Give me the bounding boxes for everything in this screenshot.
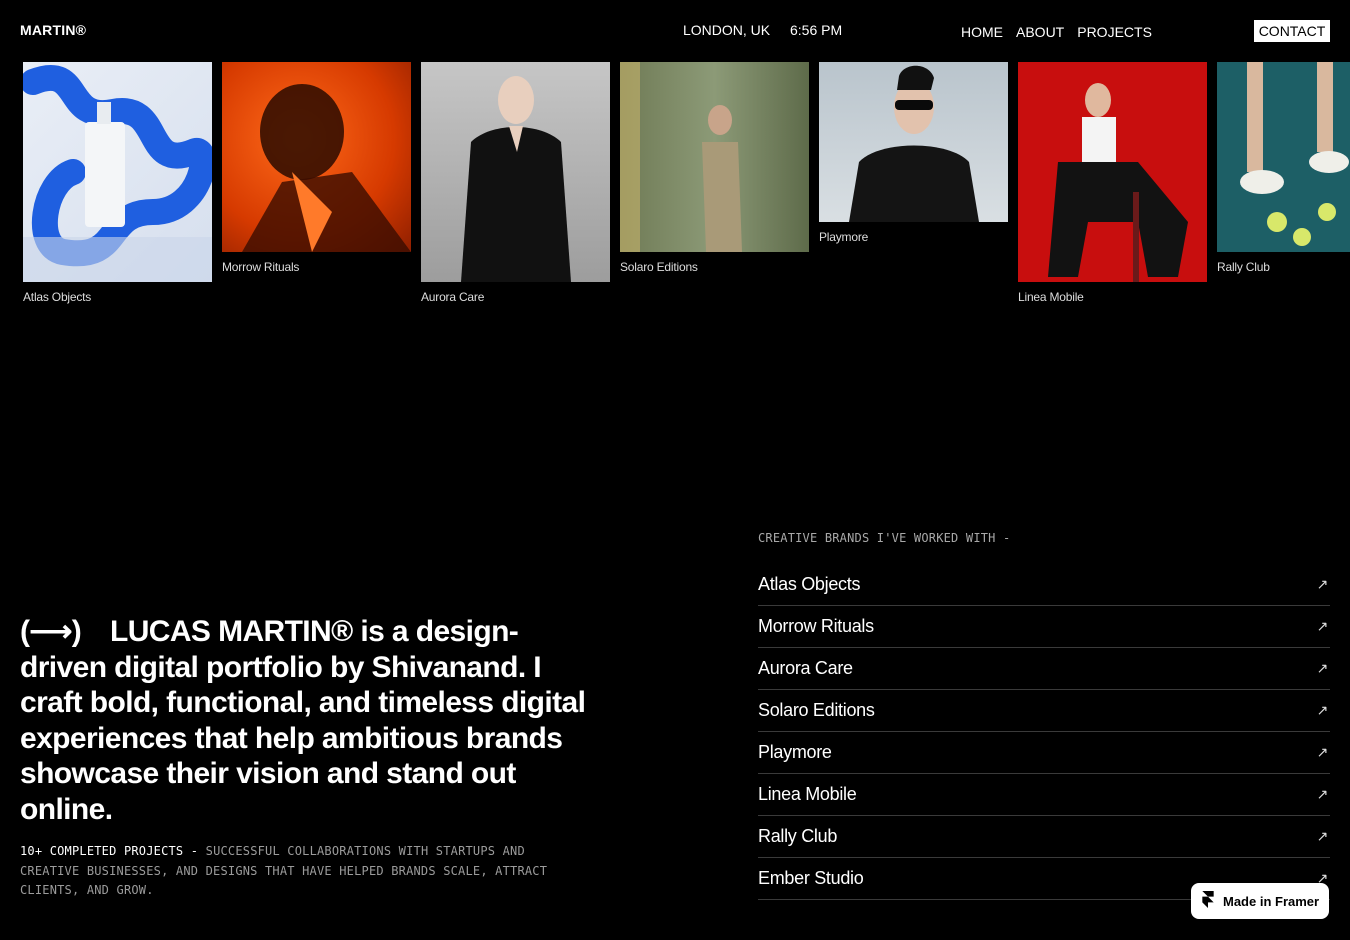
badge-label: Made in Framer xyxy=(1223,893,1320,909)
contact-button[interactable]: CONTACT xyxy=(1254,20,1330,42)
brand-name: Linea Mobile xyxy=(758,784,857,804)
project-card-playmore[interactable]: Playmore xyxy=(819,62,1008,244)
location-text: LONDON, UK xyxy=(683,22,771,38)
brands-list: Atlas Objects ↗ Morrow Rituals ↗ Aurora Ca… xyxy=(758,564,1330,900)
project-label: Aurora Care xyxy=(421,290,485,304)
arrow-up-right-icon: ↗ xyxy=(1316,702,1329,718)
arrow-up-right-icon: ↗ xyxy=(1316,828,1329,844)
made-in-framer-badge[interactable]: Made in Framer xyxy=(1191,883,1329,919)
arrow-up-right-icon: ↗ xyxy=(1316,786,1329,802)
arrow-icon: (⟶) xyxy=(20,615,82,648)
brand-name: Aurora Care xyxy=(758,658,853,678)
arrow-up-right-icon: ↗ xyxy=(1316,744,1329,760)
brand-name: Morrow Rituals xyxy=(758,616,874,636)
project-card-linea[interactable]: Linea Mobile xyxy=(1018,62,1207,304)
project-card-aurora[interactable]: Aurora Care xyxy=(421,62,610,304)
brands-heading: CREATIVE BRANDS I'VE WORKED WITH - xyxy=(758,531,1011,545)
project-image xyxy=(222,62,411,252)
arrow-up-right-icon: ↗ xyxy=(1316,618,1329,634)
brand-item[interactable]: Playmore ↗ xyxy=(758,732,1330,774)
arrow-up-right-icon: ↗ xyxy=(1316,576,1329,592)
brand-name: Atlas Objects xyxy=(758,574,861,594)
stats-highlight: 10+ COMPLETED PROJECTS - xyxy=(20,844,199,858)
project-card-rally[interactable]: Rally Club xyxy=(1217,62,1350,274)
project-image xyxy=(1018,62,1207,282)
project-image xyxy=(620,62,809,252)
project-image xyxy=(421,62,610,282)
intro-statement: (⟶) LUCAS MARTIN® is a design-driven digi… xyxy=(20,614,590,827)
site-logo[interactable]: MARTIN® xyxy=(20,22,86,38)
brand-item[interactable]: Linea Mobile ↗ xyxy=(758,774,1330,816)
brand-item[interactable]: Solaro Editions ↗ xyxy=(758,690,1330,732)
project-label: Linea Mobile xyxy=(1018,290,1084,304)
project-label: Playmore xyxy=(819,230,869,244)
arrow-up-right-icon: ↗ xyxy=(1316,660,1329,676)
project-label: Atlas Objects xyxy=(23,290,92,304)
brand-item[interactable]: Rally Club ↗ xyxy=(758,816,1330,858)
brand-name: Playmore xyxy=(758,742,832,762)
brand-item[interactable]: Aurora Care ↗ xyxy=(758,648,1330,690)
project-card-solaro[interactable]: Solaro Editions xyxy=(620,62,809,274)
project-label: Morrow Rituals xyxy=(222,260,300,274)
nav-about[interactable]: ABOUT xyxy=(1016,24,1064,40)
project-image xyxy=(1217,62,1350,252)
nav-home[interactable]: HOME xyxy=(961,24,1003,40)
brand-name: Rally Club xyxy=(758,826,838,846)
project-card-morrow[interactable]: Morrow Rituals xyxy=(222,62,411,274)
brand-name: Ember Studio xyxy=(758,868,864,888)
project-image xyxy=(819,62,1008,222)
project-label: Solaro Editions xyxy=(620,260,698,274)
framer-logo-icon xyxy=(1202,891,1214,911)
project-image xyxy=(23,62,212,282)
brand-item[interactable]: Morrow Rituals ↗ xyxy=(758,606,1330,648)
stats-text: 10+ COMPLETED PROJECTS - SUCCESSFUL COLL… xyxy=(20,842,580,901)
brand-name: Solaro Editions xyxy=(758,700,875,720)
main-nav: HOME ABOUT PROJECTS xyxy=(961,24,1152,40)
project-card-atlas[interactable]: Atlas Objects xyxy=(23,62,212,304)
brand-item[interactable]: Atlas Objects ↗ xyxy=(758,564,1330,606)
local-time: 6:56 PM xyxy=(790,22,843,38)
nav-projects[interactable]: PROJECTS xyxy=(1077,24,1152,40)
project-label: Rally Club xyxy=(1217,260,1270,274)
